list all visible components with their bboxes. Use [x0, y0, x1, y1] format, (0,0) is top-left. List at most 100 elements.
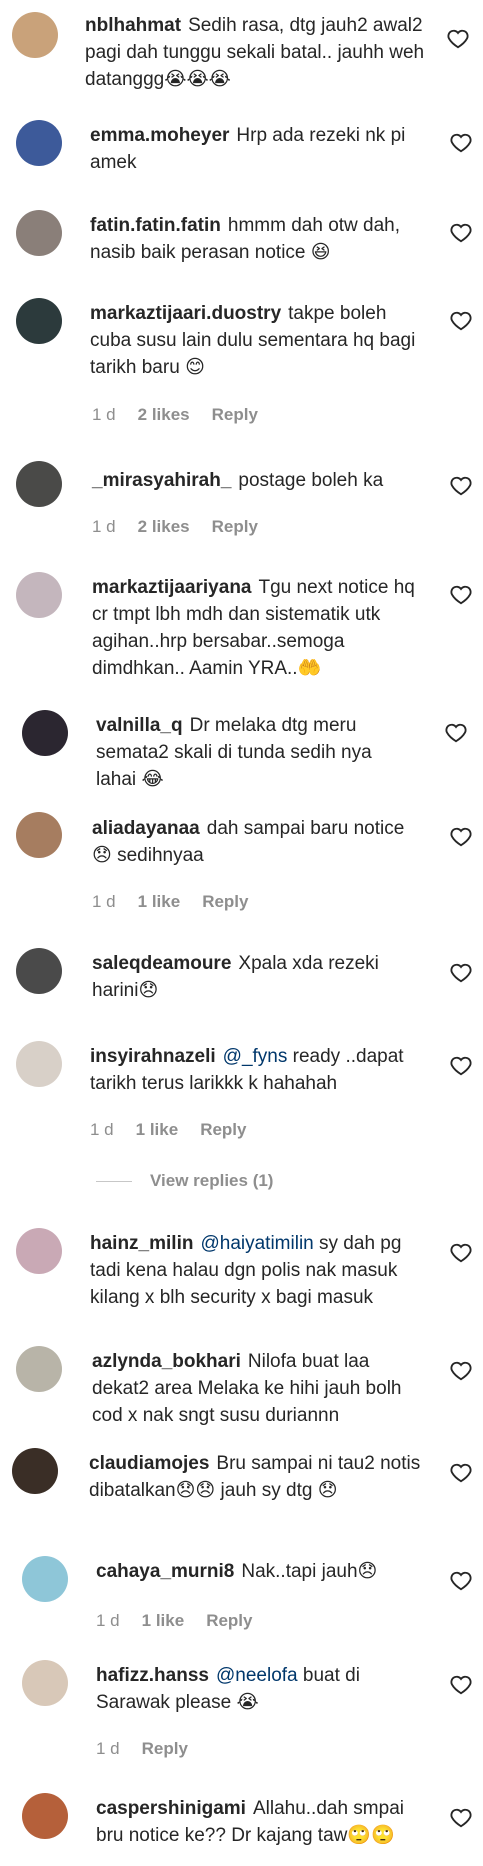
comment-meta: 1 d 2 likes Reply	[92, 516, 280, 538]
comment-body-cont: sedihnyaa	[117, 845, 204, 866]
avatar[interactable]	[16, 948, 62, 994]
likes-count[interactable]: 1 like	[138, 892, 181, 911]
heart-icon[interactable]	[447, 28, 469, 50]
reply-button[interactable]: Reply	[206, 1611, 252, 1630]
reply-button[interactable]: Reply	[200, 1120, 246, 1139]
avatar[interactable]	[16, 1228, 62, 1274]
heart-icon[interactable]	[450, 310, 472, 332]
username[interactable]: _mirasyahirah_	[92, 470, 231, 491]
heart-icon[interactable]	[450, 1462, 472, 1484]
likes-count[interactable]: 1 like	[142, 1611, 185, 1630]
comment-text: cahaya_murni8 Nak..tapi jauh😞	[96, 1558, 426, 1585]
username[interactable]: valnilla_q	[96, 715, 183, 736]
comment-text: hainz_milin @haiyatimilin sy dah pg tadi …	[90, 1230, 430, 1311]
avatar[interactable]	[16, 461, 62, 507]
emoji: 🤲	[297, 658, 322, 679]
heart-icon[interactable]	[450, 132, 472, 154]
avatar[interactable]	[16, 572, 62, 618]
comment-text: aliadayanaa dah sampai baru notice 😞 sedih…	[92, 815, 422, 869]
username[interactable]: hafizz.hanss	[96, 1665, 209, 1686]
heart-icon[interactable]	[450, 584, 472, 606]
divider-line	[96, 1181, 132, 1183]
emoji: 😭😭😭	[164, 69, 231, 90]
username[interactable]: nblhahmat	[85, 15, 181, 36]
timestamp: 1 d	[92, 517, 116, 536]
timestamp: 1 d	[96, 1739, 120, 1758]
heart-icon[interactable]	[450, 1570, 472, 1592]
comment-text: valnilla_q Dr melaka dtg meru semata2 ska…	[96, 712, 416, 793]
timestamp: 1 d	[92, 892, 116, 911]
heart-icon[interactable]	[450, 1360, 472, 1382]
view-replies-label[interactable]: View replies (1)	[150, 1171, 273, 1190]
avatar[interactable]	[12, 1448, 58, 1494]
emoji: 🙄🙄	[347, 1825, 395, 1846]
timestamp: 1 d	[90, 1120, 114, 1139]
comment-text: emma.moheyer Hrp ada rezeki nk pi amek	[90, 122, 430, 176]
comment-body: Nak..tapi jauh	[241, 1561, 358, 1582]
reply-button[interactable]: Reply	[142, 1739, 188, 1758]
username[interactable]: markaztijaariyana	[92, 577, 252, 598]
avatar[interactable]	[16, 210, 62, 256]
likes-count[interactable]: 2 likes	[138, 405, 190, 424]
username[interactable]: insyirahnazeli	[90, 1046, 216, 1067]
username[interactable]: saleqdeamoure	[92, 953, 231, 974]
avatar[interactable]	[16, 1346, 62, 1392]
username[interactable]: fatin.fatin.fatin	[90, 215, 221, 236]
avatar[interactable]	[16, 120, 62, 166]
avatar[interactable]	[22, 1793, 68, 1839]
comment-text: nblhahmat Sedih rasa, dtg jauh2 awal2 pag…	[85, 12, 425, 93]
emoji: 😞	[357, 1561, 378, 1582]
emoji: 😊	[185, 357, 205, 378]
comment-meta: 1 d 2 likes Reply	[92, 404, 280, 426]
heart-icon[interactable]	[450, 1055, 472, 1077]
username[interactable]: caspershinigami	[96, 1798, 246, 1819]
comment-body: postage boleh ka	[238, 470, 384, 491]
username[interactable]: cahaya_murni8	[96, 1561, 234, 1582]
emoji: 😞😞	[175, 1480, 216, 1501]
heart-icon[interactable]	[450, 222, 472, 244]
comment-text: markaztijaariyana Tgu next notice hq cr t…	[92, 574, 422, 682]
avatar[interactable]	[22, 1660, 68, 1706]
comment-text: claudiamojes Bru sampai ni tau2 notis dib…	[89, 1450, 424, 1504]
emoji: 😭	[236, 1692, 259, 1713]
username[interactable]: emma.moheyer	[90, 125, 229, 146]
heart-icon[interactable]	[450, 475, 472, 497]
heart-icon[interactable]	[450, 1674, 472, 1696]
username[interactable]: azlynda_bokhari	[92, 1351, 241, 1372]
emoji: 😞	[92, 845, 112, 866]
avatar[interactable]	[22, 1556, 68, 1602]
avatar[interactable]	[12, 12, 58, 58]
comment-meta: 1 d 1 like Reply	[92, 891, 270, 913]
comment-text: _mirasyahirah_ postage boleh ka	[92, 467, 432, 494]
comment-text: insyirahnazeli @_fyns ready ..dapat tarik…	[90, 1043, 430, 1097]
username[interactable]: markaztijaari.duostry	[90, 303, 281, 324]
username[interactable]: hainz_milin	[90, 1233, 193, 1254]
heart-icon[interactable]	[450, 962, 472, 984]
reply-button[interactable]: Reply	[202, 892, 248, 911]
reply-button[interactable]: Reply	[212, 405, 258, 424]
username[interactable]: claudiamojes	[89, 1453, 209, 1474]
avatar[interactable]	[16, 1041, 62, 1087]
view-replies-button[interactable]: View replies (1)	[96, 1171, 273, 1191]
avatar[interactable]	[22, 710, 68, 756]
mention-link[interactable]: @haiyatimilin	[200, 1233, 313, 1254]
username[interactable]: aliadayanaa	[92, 818, 200, 839]
heart-icon[interactable]	[450, 1242, 472, 1264]
comment-text: saleqdeamoure Xpala xda rezeki harini😞	[92, 950, 422, 1004]
avatar[interactable]	[16, 812, 62, 858]
mention-link[interactable]: @neelofa	[216, 1665, 298, 1686]
comment-body-cont: jauh sy dtg	[220, 1480, 313, 1501]
avatar[interactable]	[16, 298, 62, 344]
heart-icon[interactable]	[450, 826, 472, 848]
emoji: 😞	[317, 1480, 338, 1501]
reply-button[interactable]: Reply	[212, 517, 258, 536]
comment-text: hafizz.hanss @neelofa buat di Sarawak ple…	[96, 1662, 426, 1716]
emoji: 😞	[138, 980, 159, 1001]
likes-count[interactable]: 2 likes	[138, 517, 190, 536]
heart-icon[interactable]	[450, 1807, 472, 1829]
mention-link[interactable]: @_fyns	[223, 1046, 288, 1067]
likes-count[interactable]: 1 like	[136, 1120, 179, 1139]
heart-icon[interactable]	[445, 722, 467, 744]
comment-meta: 1 d 1 like Reply	[96, 1610, 274, 1632]
timestamp: 1 d	[92, 405, 116, 424]
